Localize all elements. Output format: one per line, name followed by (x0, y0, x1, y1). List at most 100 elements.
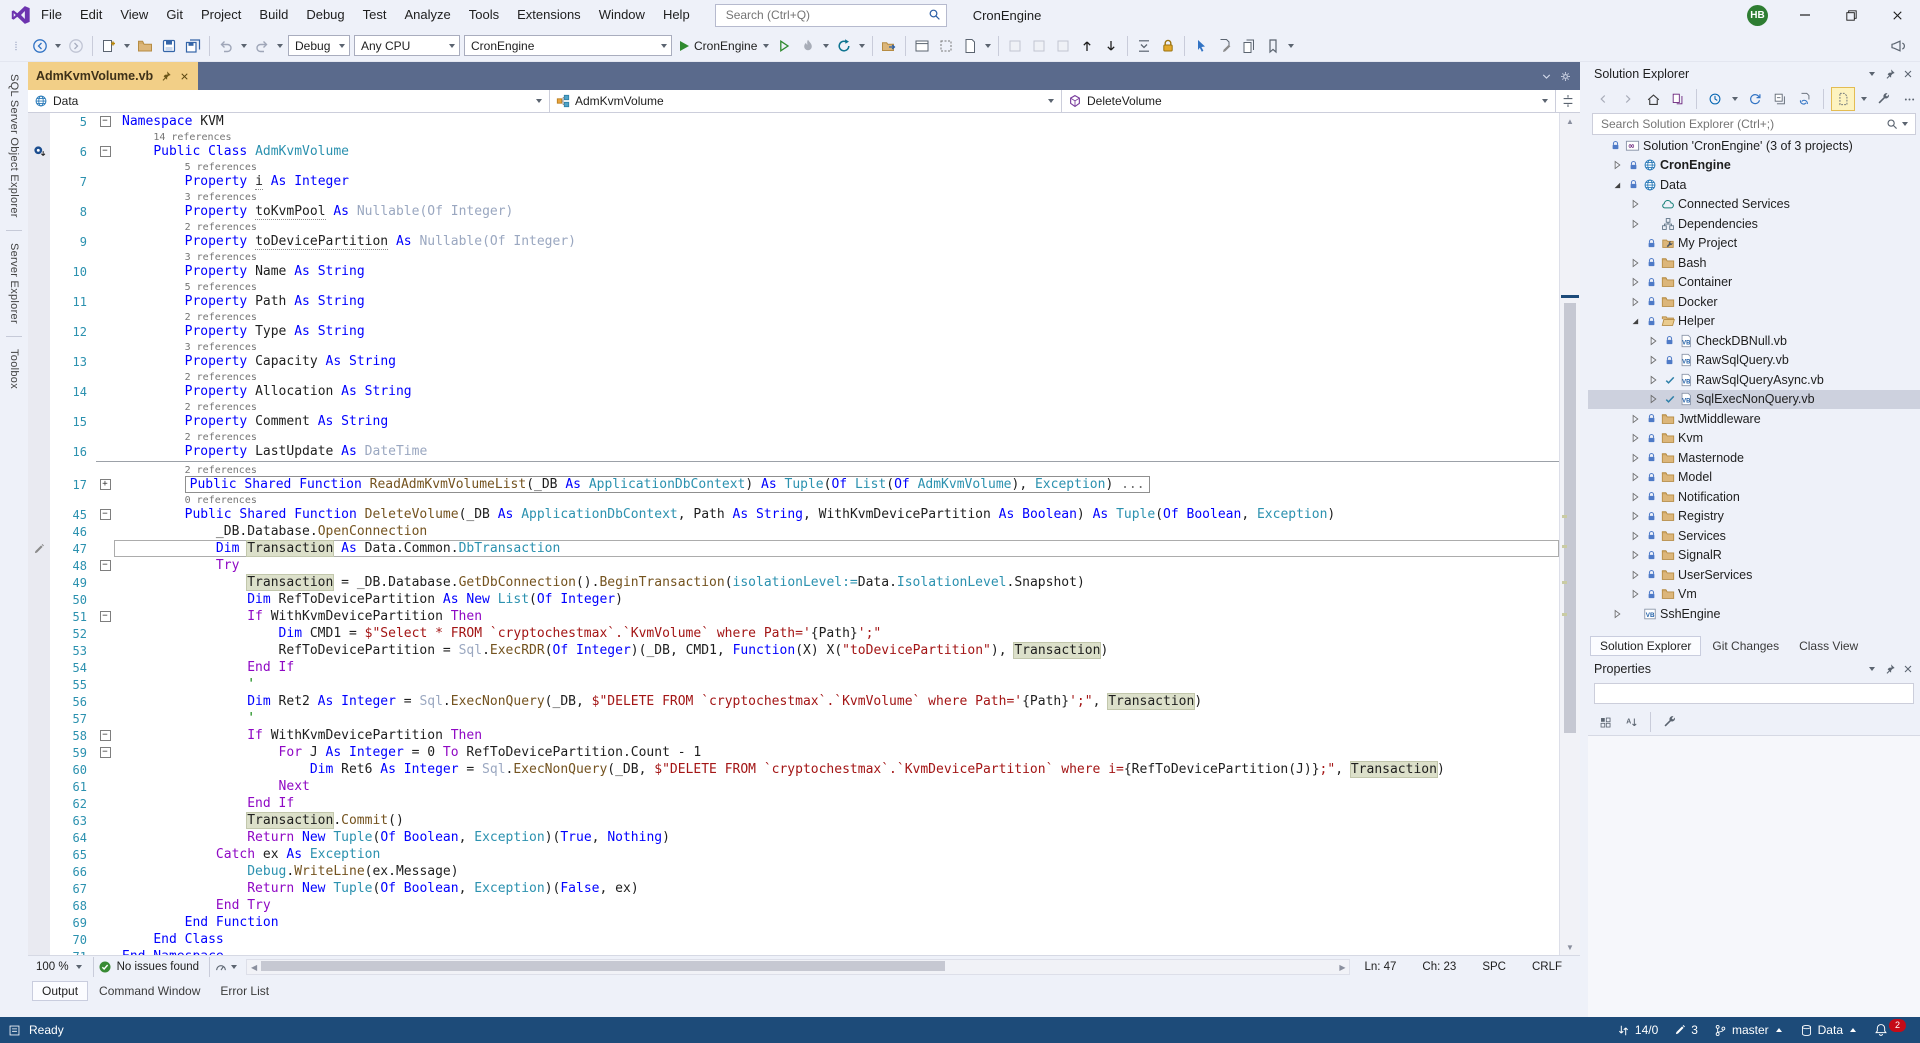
tree-collapsed-icon[interactable] (1611, 159, 1623, 171)
tree-collapsed-icon[interactable] (1629, 569, 1641, 581)
codelens-references[interactable]: 3 references (122, 252, 257, 263)
restore-button[interactable] (1828, 0, 1874, 30)
document-tab[interactable]: AdmKvmVolume.vb (28, 62, 199, 90)
chevron-down-icon[interactable] (1540, 70, 1553, 83)
tree-item-jwtmiddleware[interactable]: JwtMiddleware (1588, 409, 1920, 429)
tree-item-data[interactable]: Data (1588, 175, 1920, 195)
dropdown-caret-icon[interactable] (985, 43, 992, 48)
undo-button[interactable] (214, 34, 238, 58)
show-all-files-button[interactable] (1831, 87, 1855, 111)
start-debugging-button[interactable]: CronEngine (674, 34, 760, 58)
panel-menu-icon[interactable] (1869, 667, 1875, 671)
navigate-up-button[interactable] (1075, 34, 1099, 58)
toolbar-combo-any-cpu[interactable]: Any CPU (354, 35, 460, 56)
glyph-margin[interactable] (28, 914, 50, 931)
dropdown-caret-icon[interactable] (1732, 97, 1738, 101)
tree-collapsed-icon[interactable] (1647, 354, 1659, 366)
refresh-button[interactable] (1744, 88, 1766, 110)
tree-item-signalr[interactable]: SignalR (1588, 546, 1920, 566)
codelens-references[interactable]: 2 references (122, 432, 257, 443)
save-button[interactable] (157, 34, 181, 58)
tree-item-userservices[interactable]: UserServices (1588, 565, 1920, 585)
glyph-margin[interactable] (28, 400, 50, 413)
restart-button[interactable] (832, 34, 856, 58)
close-icon[interactable] (1902, 663, 1914, 675)
type-dropdown[interactable]: AdmKvmVolume (550, 90, 1062, 112)
search-icon[interactable] (1886, 118, 1899, 131)
home-button[interactable] (1642, 88, 1664, 110)
open-folder-button[interactable] (133, 34, 157, 58)
codelens-references[interactable]: 2 references (122, 312, 257, 323)
minimize-button[interactable] (1782, 0, 1828, 30)
tree-expanded-icon[interactable] (1629, 315, 1641, 327)
tree-item-docker[interactable]: Docker (1588, 292, 1920, 312)
tree-collapsed-icon[interactable] (1629, 471, 1641, 483)
dropdown-caret-icon[interactable] (241, 43, 247, 48)
menu-build[interactable]: Build (250, 0, 297, 30)
folder-output-button[interactable] (877, 34, 901, 58)
glyph-margin[interactable] (28, 233, 50, 250)
wrench-button[interactable] (1873, 88, 1895, 110)
tree-collapsed-icon[interactable] (1629, 588, 1641, 600)
nav-back-button[interactable] (28, 34, 52, 58)
glyph-margin[interactable] (28, 642, 50, 659)
glyph-margin[interactable] (28, 463, 50, 476)
properties-object-combobox[interactable] (1588, 681, 1920, 709)
codelens-references[interactable]: 3 references (122, 342, 257, 353)
codelens-references[interactable]: 2 references (122, 372, 257, 383)
fold-toggle[interactable]: − (99, 509, 111, 520)
menu-project[interactable]: Project (192, 0, 250, 30)
codelens-references[interactable]: 5 references (122, 162, 257, 173)
tree-collapsed-icon[interactable] (1629, 218, 1641, 230)
codelens-references[interactable]: 0 references (122, 495, 257, 506)
glyph-margin[interactable] (28, 659, 50, 676)
search-icon[interactable] (928, 8, 942, 22)
menu-window[interactable]: Window (590, 0, 654, 30)
glyph-margin[interactable] (28, 693, 50, 710)
tree-item-solution-cronengine-3-of-3-projects[interactable]: ∞ Solution 'CronEngine' (3 of 3 projects) (1588, 136, 1920, 156)
issues-label[interactable]: No issues found (117, 961, 199, 973)
glyph-margin[interactable] (28, 863, 50, 880)
fold-toggle[interactable]: − (99, 730, 111, 741)
glyph-margin[interactable] (28, 778, 50, 795)
split-editor-icon[interactable] (1561, 94, 1575, 108)
glyph-margin[interactable] (28, 795, 50, 812)
start-without-debugging-button[interactable] (772, 34, 796, 58)
pin-icon[interactable] (160, 70, 172, 82)
tab-close-icon[interactable] (179, 71, 190, 82)
glyph-margin[interactable] (28, 220, 50, 233)
fold-toggle[interactable]: + (99, 479, 111, 490)
menu-debug[interactable]: Debug (297, 0, 353, 30)
menu-view[interactable]: View (111, 0, 157, 30)
codelens-references[interactable]: 5 references (122, 282, 257, 293)
member-dropdown[interactable]: DeleteVolume (1062, 90, 1556, 112)
git-sync-status[interactable]: 14/0 (1617, 1023, 1658, 1037)
pointer-button[interactable] (1189, 34, 1213, 58)
glyph-margin[interactable] (28, 676, 50, 693)
collapse-all-button[interactable] (1769, 88, 1791, 110)
glyph-margin[interactable] (28, 443, 50, 460)
side-tab-toolbox[interactable]: Toolbox (8, 337, 20, 401)
glyph-margin[interactable] (28, 263, 50, 280)
tree-collapsed-icon[interactable] (1629, 510, 1641, 522)
scroll-up-arrow-icon[interactable]: ▲ (1560, 113, 1580, 129)
nav-forward-button[interactable] (64, 34, 88, 58)
document-health-icon[interactable] (214, 960, 228, 974)
switch-view-button[interactable] (1667, 88, 1689, 110)
pending-edits-status[interactable]: 3 (1674, 1023, 1698, 1037)
tree-collapsed-icon[interactable] (1611, 608, 1623, 620)
glyph-margin[interactable] (28, 113, 50, 130)
glyph-margin[interactable] (28, 173, 50, 190)
notifications-button[interactable]: 2 (1874, 1018, 1906, 1037)
save-all-button[interactable] (181, 34, 205, 58)
tree-collapsed-icon[interactable] (1629, 257, 1641, 269)
fold-toggle[interactable]: − (99, 611, 111, 622)
box-button[interactable] (1003, 34, 1027, 58)
glyph-margin[interactable] (28, 353, 50, 370)
glyph-margin[interactable] (28, 897, 50, 914)
tree-collapsed-icon[interactable] (1647, 393, 1659, 405)
tree-collapsed-icon[interactable] (1629, 452, 1641, 464)
search-input[interactable] (723, 7, 928, 23)
redo-button[interactable] (250, 34, 274, 58)
glyph-margin[interactable] (28, 574, 50, 591)
